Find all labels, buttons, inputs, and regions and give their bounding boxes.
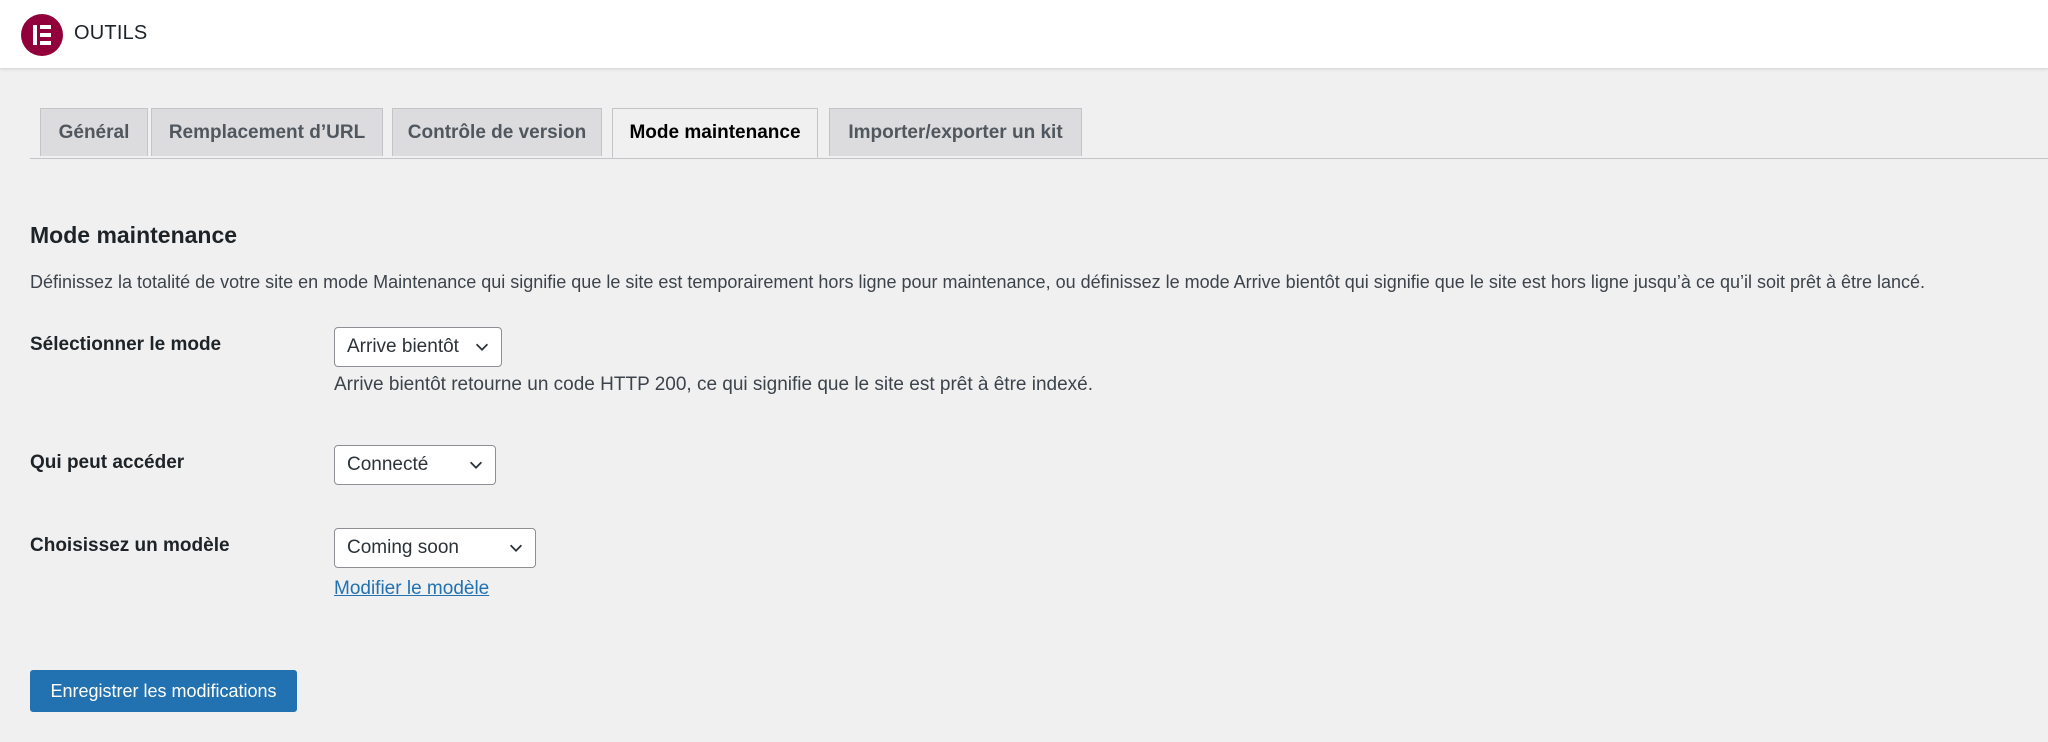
tab-import-export-kit[interactable]: Importer/exporter un kit	[829, 108, 1082, 156]
chevron-down-icon	[469, 461, 483, 469]
template-select-value: Coming soon	[347, 537, 459, 558]
section-title: Mode maintenance	[30, 222, 238, 248]
access-select-value: Connecté	[347, 454, 429, 475]
access-label: Qui peut accéder	[30, 452, 185, 473]
section-description: Définissez la totalité de votre site en …	[30, 272, 1926, 292]
mode-select[interactable]: Arrive bientôt	[334, 327, 502, 367]
tab-maintenance-mode[interactable]: Mode maintenance	[612, 108, 818, 158]
page-title: OUTILS	[74, 22, 148, 44]
tab-general[interactable]: Général	[40, 108, 148, 156]
tab-version-control[interactable]: Contrôle de version	[392, 108, 602, 156]
template-label: Choisissez un modèle	[30, 535, 230, 556]
elementor-logo-icon	[21, 14, 63, 56]
edit-template-link[interactable]: Modifier le modèle	[334, 578, 489, 600]
tab-bar: Général Remplacement d’URL Contrôle de v…	[30, 108, 2048, 159]
chevron-down-icon	[509, 544, 523, 552]
mode-label: Sélectionner le mode	[30, 334, 222, 355]
mode-select-value: Arrive bientôt	[347, 336, 459, 357]
save-changes-button[interactable]: Enregistrer les modifications	[30, 670, 297, 712]
chevron-down-icon	[475, 343, 489, 351]
template-select[interactable]: Coming soon	[334, 528, 536, 568]
mode-help-text: Arrive bientôt retourne un code HTTP 200…	[334, 374, 1094, 395]
tab-url-replacement[interactable]: Remplacement d’URL	[151, 108, 383, 156]
top-bar: OUTILS	[0, 0, 2048, 69]
access-select[interactable]: Connecté	[334, 445, 496, 485]
